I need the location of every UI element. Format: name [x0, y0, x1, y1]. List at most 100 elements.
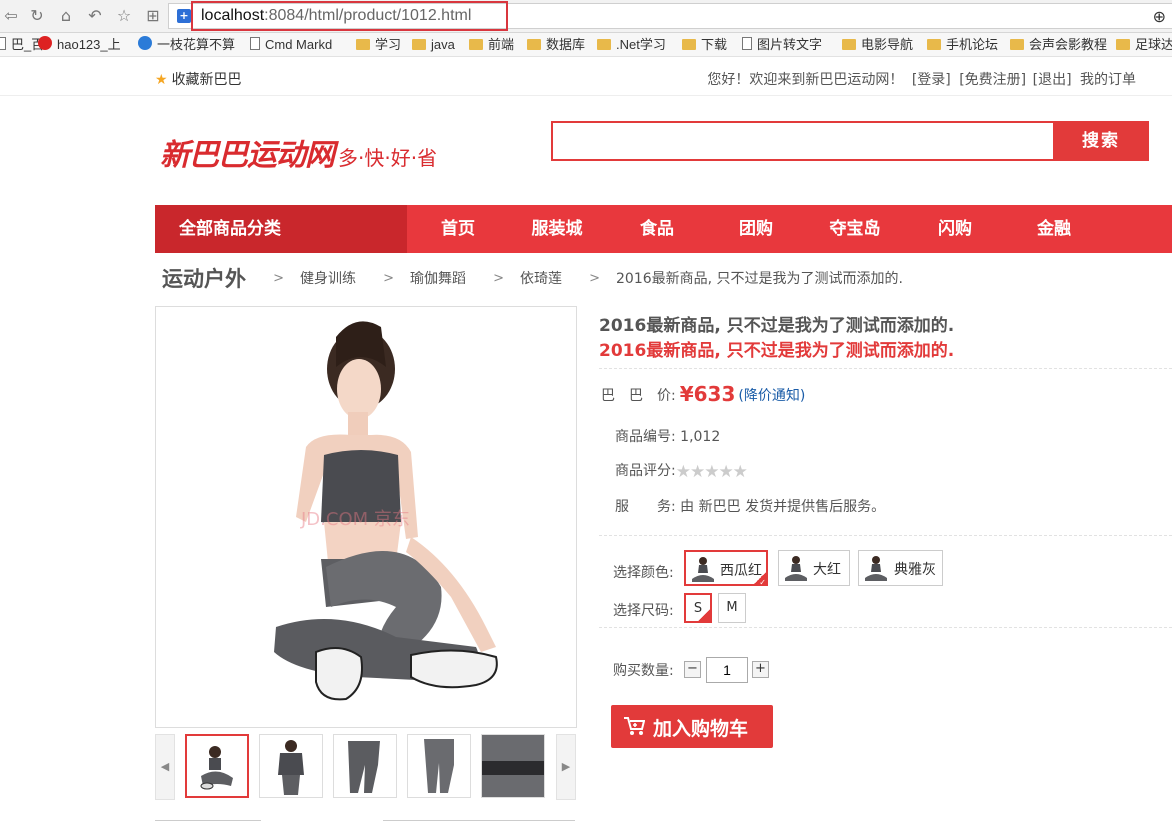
- orders-link[interactable]: 我的订单: [1080, 72, 1136, 88]
- welcome-area: 您好！欢迎来到新巴巴运动网！ [登录] [免费注册] [退出] 我的订单: [707, 69, 1136, 89]
- login-link[interactable]: [登录]: [912, 72, 951, 88]
- thumbnail-5[interactable]: [481, 734, 545, 798]
- bookmark-label: 图片转文字: [757, 37, 823, 52]
- nav-item-flash-sale[interactable]: 闪购: [905, 205, 1005, 253]
- size-option-m[interactable]: M: [718, 593, 746, 623]
- bookmark-star-icon[interactable]: ☆: [113, 5, 135, 27]
- price-label: 巴 巴 价:: [601, 388, 676, 404]
- apps-grid-icon[interactable]: ⊞: [142, 5, 164, 27]
- color-option-elegant-gray[interactable]: 典雅灰: [858, 550, 943, 586]
- breadcrumb-item[interactable]: 健身训练: [300, 271, 356, 287]
- cart-icon: [624, 717, 645, 735]
- main-nav: 全部商品分类 首页 服装城 食品 团购 夺宝岛 闪购 金融: [155, 205, 1172, 253]
- nav-item-group-buy[interactable]: 团购: [706, 205, 806, 253]
- add-to-cart-button[interactable]: 加入购物车: [611, 705, 773, 748]
- quantity-increase-button[interactable]: +: [752, 661, 769, 678]
- bookmark-item[interactable]: 一枝花算不算: [138, 36, 235, 54]
- folder-icon: [597, 39, 611, 50]
- bookmark-item[interactable]: Cmd Markd: [250, 36, 332, 54]
- bookmark-label: 数据库: [546, 37, 586, 52]
- site-topbar: ★ 收藏新巴巴 您好！欢迎来到新巴巴运动网！ [登录] [免费注册] [退出] 我…: [0, 58, 1172, 96]
- bookmark-item[interactable]: 手机论坛: [927, 36, 998, 54]
- breadcrumb-current: 2016最新商品, 只不过是我为了测试而添加的.: [616, 271, 903, 287]
- color-option-watermelon-red[interactable]: 西瓜红: [684, 550, 768, 587]
- bookmarks-bar: 巴_百 hao123_上 一枝花算不算 Cmd Markd 学习 java 前端 数据库 .Ne…: [0, 33, 1172, 57]
- address-url[interactable]: localhost:8084/html/product/1012.html: [201, 7, 471, 25]
- bookmark-item[interactable]: 电影导航: [842, 36, 913, 54]
- all-categories-menu[interactable]: 全部商品分类: [155, 205, 407, 253]
- logo-slogan: 多·快·好·省: [338, 146, 438, 170]
- rating-label: 商品评分:: [615, 463, 676, 479]
- folder-icon: [1116, 39, 1130, 50]
- back-icon[interactable]: ⇦: [0, 5, 22, 27]
- product-title: 2016最新商品, 只不过是我为了测试而添加的.: [599, 316, 955, 336]
- bookmark-label: java: [431, 37, 455, 52]
- zoom-icon[interactable]: ⊕: [1153, 7, 1166, 26]
- folder-icon: [927, 39, 941, 50]
- selected-check-icon: [697, 596, 711, 624]
- breadcrumb-root[interactable]: 运动户外: [162, 267, 246, 291]
- bookmark-item[interactable]: 图片转文字: [742, 36, 822, 54]
- nav-item-clothing[interactable]: 服装城: [507, 205, 607, 253]
- bookmark-item[interactable]: 学习: [356, 36, 401, 54]
- bookmark-item[interactable]: hao123_上: [38, 36, 121, 54]
- divider: [599, 535, 1172, 536]
- nav-item-finance[interactable]: 金融: [1004, 205, 1104, 253]
- thumbnail-2[interactable]: [259, 734, 323, 798]
- price-row: 巴 巴 价: ¥633 (降价通知): [601, 382, 805, 406]
- quantity-label: 购买数量:: [613, 663, 674, 679]
- service-value: 由 新巴巴 发货并提供售后服务。: [680, 499, 886, 515]
- product-main-image[interactable]: JD.COM 京东: [155, 306, 577, 728]
- thumbs-prev-button[interactable]: ◀: [155, 734, 175, 800]
- divider: [599, 368, 1172, 369]
- folder-icon: [1010, 39, 1024, 50]
- bookmark-item[interactable]: 前端: [469, 36, 514, 54]
- size-option-s[interactable]: S: [684, 593, 712, 624]
- divider: [155, 820, 261, 821]
- thumbnail-4[interactable]: [407, 734, 471, 798]
- address-bar[interactable]: + localhost:8084/html/product/1012.html …: [168, 1, 1172, 31]
- undo-icon[interactable]: ↶: [84, 5, 106, 27]
- quantity-input[interactable]: [706, 657, 748, 683]
- bookmark-label: .Net学习: [616, 37, 666, 52]
- quantity-decrease-button[interactable]: −: [684, 661, 701, 678]
- folder-icon: [412, 39, 426, 50]
- ie-icon: [138, 36, 152, 50]
- bookmark-item[interactable]: 会声会影教程: [1010, 36, 1107, 54]
- thumbnail-1[interactable]: [185, 734, 249, 798]
- home-icon[interactable]: ⌂: [55, 5, 77, 27]
- page-icon: [250, 37, 260, 50]
- search-input[interactable]: [553, 123, 1053, 159]
- price-notify-link[interactable]: (降价通知): [738, 388, 805, 404]
- bookmark-item[interactable]: 足球达: [1116, 36, 1172, 54]
- nav-item-food[interactable]: 食品: [607, 205, 707, 253]
- refresh-icon[interactable]: ↻: [26, 5, 48, 27]
- thumbs-next-button[interactable]: ▶: [556, 734, 576, 800]
- image-watermark: JD.COM 京东: [301, 509, 410, 530]
- bookmark-item[interactable]: .Net学习: [597, 36, 666, 54]
- bookmark-item[interactable]: 数据库: [527, 36, 585, 54]
- favorite-link[interactable]: ★ 收藏新巴巴: [155, 69, 242, 89]
- chevron-right-icon: >: [273, 270, 284, 286]
- breadcrumb: 运动户外 > 健身训练 > 瑜伽舞蹈 > 依琦莲 >2016最新商品, 只不过是我为了…: [162, 263, 903, 297]
- color-option-red[interactable]: 大红: [778, 550, 850, 586]
- site-logo[interactable]: 新巴巴运动网 多·快·好·省: [160, 130, 437, 174]
- register-link[interactable]: [免费注册]: [959, 72, 1026, 88]
- breadcrumb-item[interactable]: 瑜伽舞蹈: [410, 271, 466, 287]
- thumbnail-3[interactable]: [333, 734, 397, 798]
- folder-icon: [682, 39, 696, 50]
- address-highlight: localhost:8084/html/product/1012.html: [191, 1, 508, 31]
- service-label: 服 务:: [615, 499, 676, 515]
- logout-link[interactable]: [退出]: [1033, 72, 1072, 88]
- chevron-right-icon: >: [589, 270, 600, 286]
- chevron-right-icon: >: [383, 270, 394, 286]
- bookmark-item[interactable]: java: [412, 36, 455, 54]
- nav-item-treasure[interactable]: 夺宝岛: [805, 205, 905, 253]
- bookmark-item[interactable]: 下载: [682, 36, 727, 54]
- search-button[interactable]: 搜索: [1053, 121, 1149, 161]
- breadcrumb-item[interactable]: 依琦莲: [520, 271, 562, 287]
- color-option-label: 典雅灰: [894, 562, 936, 578]
- nav-item-home[interactable]: 首页: [408, 205, 508, 253]
- thumbnail-strip: ◀ ▶: [155, 734, 577, 800]
- color-thumb-icon: [865, 556, 887, 581]
